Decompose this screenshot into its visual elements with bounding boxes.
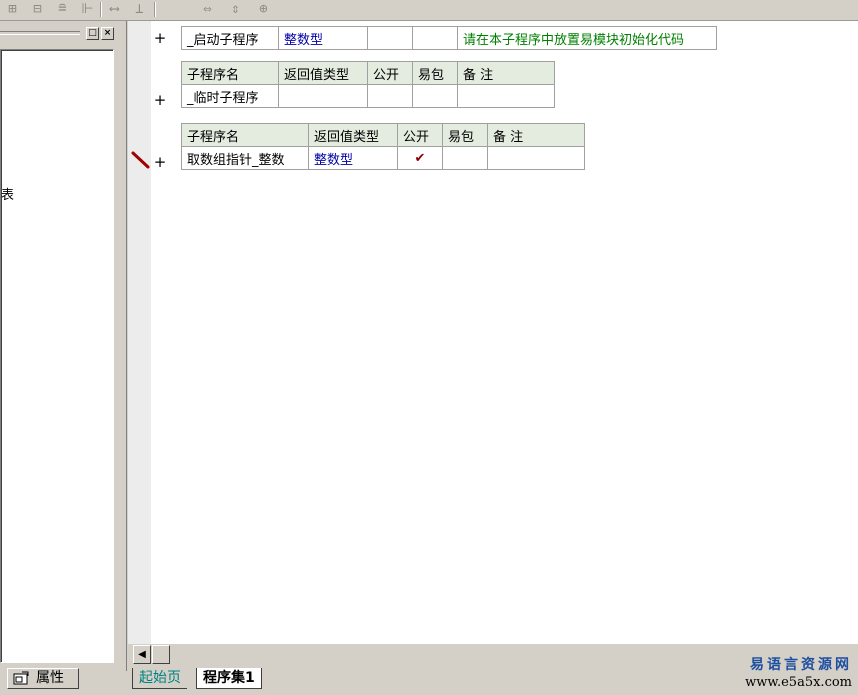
table-row: 取数组指针_整数 整数型 ✔ bbox=[181, 146, 585, 170]
subroutine-table-startup: _启动子程序 整数型 请在本子程序中放置易模块初始化代码 bbox=[181, 26, 717, 50]
header-public: 公开 bbox=[397, 123, 443, 147]
watermark: 易语言资源网 www.e5a5x.com bbox=[745, 657, 852, 691]
properties-tab[interactable]: 属性 bbox=[7, 668, 79, 689]
header-return-type: 返回值类型 bbox=[278, 61, 368, 85]
subroutine-table-temp: 子程序名 返回值类型 公开 易包 备 注 _临时子程序 bbox=[181, 61, 555, 108]
properties-icon bbox=[13, 671, 29, 685]
align-bottom-icon[interactable]: ⊩ bbox=[77, 1, 98, 18]
subroutine-name-cell[interactable]: 取数组指针_整数 bbox=[181, 146, 309, 170]
subroutine-table-array-pointer: 子程序名 返回值类型 公开 易包 备 注 取数组指针_整数 整数型 ✔ bbox=[181, 123, 585, 170]
editor-gutter bbox=[128, 21, 151, 644]
align-left-icon[interactable]: ⊞ bbox=[2, 1, 23, 18]
code-editor[interactable]: + _启动子程序 整数型 请在本子程序中放置易模块初始化代码 子程序名 返回值类… bbox=[128, 21, 858, 644]
easy-pack-cell[interactable] bbox=[412, 84, 458, 108]
project-tree[interactable]: 表 bbox=[0, 49, 114, 663]
alignment-toolbar: ⊞ ⊟ ≘ ⊩ ⟷ ⊥ ⇔ ⇕ ⊕ bbox=[0, 0, 858, 21]
tab-program-set[interactable]: 程序集1 bbox=[196, 668, 262, 689]
expand-icon[interactable]: + bbox=[153, 92, 167, 108]
header-note: 备 注 bbox=[457, 61, 555, 85]
note-cell[interactable] bbox=[457, 84, 555, 108]
header-easy-pack: 易包 bbox=[412, 61, 458, 85]
space-horizontal-icon[interactable]: ⟷ bbox=[104, 1, 125, 18]
subroutine-name-cell[interactable]: _临时子程序 bbox=[181, 84, 279, 108]
note-cell[interactable] bbox=[487, 146, 585, 170]
space-vertical-icon[interactable]: ⊥ bbox=[129, 1, 150, 18]
current-line-pen-icon bbox=[131, 151, 150, 169]
close-icon[interactable]: × bbox=[101, 27, 114, 40]
panel-grip[interactable] bbox=[0, 31, 80, 35]
return-type-cell[interactable]: 整数型 bbox=[308, 146, 398, 170]
subroutine-name-cell[interactable]: _启动子程序 bbox=[181, 26, 279, 50]
watermark-url: www.e5a5x.com bbox=[745, 675, 852, 690]
expand-icon[interactable]: + bbox=[153, 154, 167, 170]
left-panel: □ × 表 bbox=[0, 21, 122, 666]
scroll-thumb[interactable] bbox=[152, 645, 170, 664]
expand-icon[interactable]: + bbox=[153, 30, 167, 46]
align-top-icon[interactable]: ≘ bbox=[52, 1, 73, 18]
table-row: _临时子程序 bbox=[181, 84, 555, 108]
easy-pack-cell[interactable] bbox=[442, 146, 488, 170]
watermark-title: 易语言资源网 bbox=[750, 657, 852, 673]
return-type-cell[interactable] bbox=[278, 84, 368, 108]
width-icon[interactable]: ⇔ bbox=[197, 1, 218, 18]
return-type-cell[interactable]: 整数型 bbox=[278, 26, 368, 50]
easy-pack-cell[interactable] bbox=[412, 26, 458, 50]
left-panel-header: □ × bbox=[0, 25, 118, 41]
height-icon[interactable]: ⇕ bbox=[225, 1, 246, 18]
note-cell[interactable]: 请在本子程序中放置易模块初始化代码 bbox=[457, 26, 717, 50]
table-row: _启动子程序 整数型 请在本子程序中放置易模块初始化代码 bbox=[181, 26, 717, 50]
public-cell[interactable] bbox=[367, 26, 413, 50]
restore-icon[interactable]: □ bbox=[86, 27, 99, 40]
panel-splitter[interactable] bbox=[122, 21, 127, 671]
tab-start-page[interactable]: 起始页 bbox=[132, 668, 187, 689]
public-cell[interactable] bbox=[367, 84, 413, 108]
header-easy-pack: 易包 bbox=[442, 123, 488, 147]
scroll-left-icon[interactable]: ◀ bbox=[133, 645, 151, 664]
tree-item[interactable]: 表 bbox=[1, 184, 14, 203]
align-center-icon[interactable]: ⊟ bbox=[27, 1, 48, 18]
table-header-row: 子程序名 返回值类型 公开 易包 备 注 bbox=[181, 123, 585, 147]
properties-tab-label: 属性 bbox=[36, 670, 64, 686]
header-subroutine-name: 子程序名 bbox=[181, 123, 309, 147]
size-icon[interactable]: ⊕ bbox=[253, 1, 274, 18]
public-check-icon[interactable]: ✔ bbox=[397, 146, 443, 170]
header-note: 备 注 bbox=[487, 123, 585, 147]
table-header-row: 子程序名 返回值类型 公开 易包 备 注 bbox=[181, 61, 555, 85]
header-public: 公开 bbox=[367, 61, 413, 85]
header-return-type: 返回值类型 bbox=[308, 123, 398, 147]
header-subroutine-name: 子程序名 bbox=[181, 61, 279, 85]
